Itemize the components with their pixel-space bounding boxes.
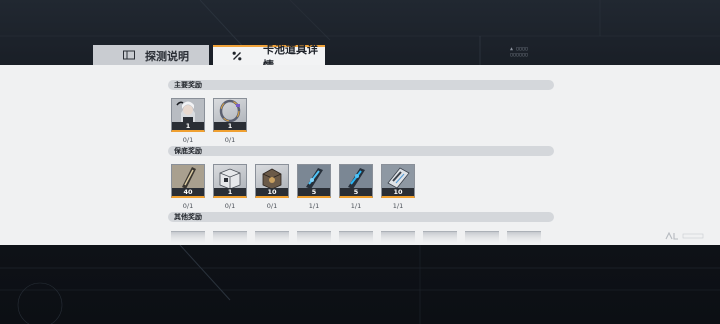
item-progress: 0/1 — [224, 202, 236, 210]
item-qty: 5 — [298, 188, 330, 196]
item-progress: 0/1 — [224, 136, 236, 144]
section-header-main: 主要奖励 — [168, 80, 554, 90]
panel-scroll-fade — [0, 228, 720, 245]
item-qty: 1 — [172, 122, 204, 130]
section-header-guaranteed: 保底奖励 — [168, 146, 554, 156]
cube-box-icon — [262, 168, 282, 189]
item-progress: 1/1 — [350, 202, 362, 210]
section-title-guaranteed: 保底奖励 — [174, 147, 202, 155]
crate-icon — [219, 168, 241, 189]
reward-item-cube-box[interactable]: 10 — [255, 164, 289, 198]
blue-chip-icon — [298, 165, 330, 189]
item-progress: 0/1 — [182, 202, 194, 210]
hud-decoration: ▲ ▢▢▢▢ ▢▢▢▢▢▢ — [510, 46, 529, 58]
tab-explore-info[interactable]: 探测说明 — [93, 45, 209, 66]
item-progress: 0/1 — [266, 202, 278, 210]
watermark-logo — [665, 231, 705, 242]
item-progress: 0/1 — [182, 136, 194, 144]
item-qty: 40 — [172, 188, 204, 196]
book-icon — [123, 50, 135, 63]
character-portrait-icon — [172, 99, 204, 123]
data-card-icon — [382, 165, 414, 189]
item-qty: 1 — [214, 188, 246, 196]
percent-icon — [232, 51, 242, 64]
reward-item-blue-chip[interactable]: 5 — [339, 164, 373, 198]
item-progress: 1/1 — [308, 202, 320, 210]
blue-chip-icon — [340, 165, 372, 189]
reward-item-character[interactable]: 1 — [171, 98, 205, 132]
item-qty: 10 — [256, 188, 288, 196]
reward-item-ring[interactable]: 1 — [213, 98, 247, 132]
reward-item-blue-chip[interactable]: 5 — [297, 164, 331, 198]
item-qty: 10 — [382, 188, 414, 196]
section-title-other: 其他奖励 — [174, 213, 202, 221]
reward-item-weapon-chip[interactable]: 40 — [171, 164, 205, 198]
tab-explore-label: 探测说明 — [145, 49, 189, 63]
tab-pool-items[interactable]: 卡池道具详情 — [213, 43, 325, 72]
reward-item-data-card[interactable]: 10 — [381, 164, 415, 198]
section-header-other: 其他奖励 — [168, 212, 554, 222]
item-progress: 1/1 — [392, 202, 404, 210]
weapon-chip-icon — [172, 165, 204, 189]
reward-item-crate[interactable]: 1 — [213, 164, 247, 198]
ring-icon — [219, 99, 241, 123]
section-title-main: 主要奖励 — [174, 81, 202, 89]
item-qty: 1 — [214, 122, 246, 130]
item-qty: 5 — [340, 188, 372, 196]
